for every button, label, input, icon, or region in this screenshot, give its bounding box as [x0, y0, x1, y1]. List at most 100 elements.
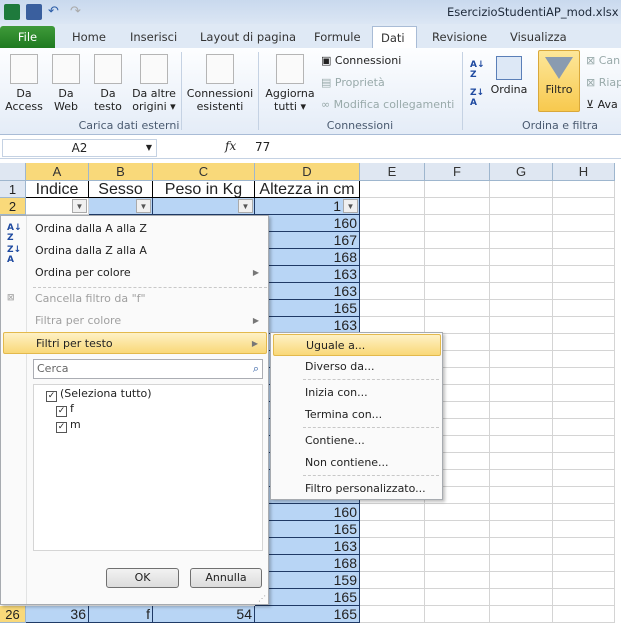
column-header-g[interactable]: G: [490, 163, 553, 181]
sort-za-item[interactable]: Z↓ A Ordina dalla Z alla A: [3, 240, 267, 265]
cell[interactable]: 165: [255, 589, 360, 606]
cell[interactable]: [490, 283, 553, 300]
cell[interactable]: [553, 317, 615, 334]
cancella-button[interactable]: ⊠ Can: [586, 54, 620, 67]
cell[interactable]: f: [89, 606, 153, 623]
cell[interactable]: [490, 385, 553, 402]
column-header-e[interactable]: E: [360, 163, 425, 181]
cell[interactable]: [553, 453, 615, 470]
cell[interactable]: [490, 419, 553, 436]
submenu-item-uguale[interactable]: Uguale a...: [273, 334, 441, 356]
tab-formule[interactable]: Formule: [306, 26, 369, 48]
chevron-down-icon[interactable]: ▼: [146, 140, 152, 156]
submenu-item-non-contiene[interactable]: Non contiene...: [273, 452, 441, 474]
cell[interactable]: [425, 521, 490, 538]
cell[interactable]: [490, 538, 553, 555]
cell[interactable]: [553, 249, 615, 266]
submenu-item-termina[interactable]: Termina con...: [273, 404, 441, 426]
column-header-h[interactable]: H: [553, 163, 615, 181]
cell[interactable]: [553, 266, 615, 283]
filter-dropdown-button[interactable]: ▼: [72, 199, 87, 213]
cell[interactable]: [553, 521, 615, 538]
cell[interactable]: [425, 249, 490, 266]
cell[interactable]: [553, 419, 615, 436]
cell[interactable]: [360, 232, 425, 249]
tab-file[interactable]: File: [0, 26, 55, 48]
value-checkbox-m[interactable]: ✓ m: [56, 418, 81, 433]
cell[interactable]: [490, 300, 553, 317]
cell[interactable]: [360, 521, 425, 538]
cell[interactable]: [553, 385, 615, 402]
cell[interactable]: [490, 453, 553, 470]
values-list[interactable]: ✓ (Seleziona tutto) ✓ f ✓ m: [33, 384, 263, 551]
submenu-item-personalizzato[interactable]: Filtro personalizzato...: [273, 478, 441, 500]
riapplica-button[interactable]: ⊠ Riap: [586, 76, 621, 89]
cell[interactable]: [360, 215, 425, 232]
tab-revisione[interactable]: Revisione: [424, 26, 495, 48]
name-box[interactable]: A2 ▼: [2, 139, 157, 157]
cell[interactable]: [553, 470, 615, 487]
cell[interactable]: [490, 487, 553, 504]
header-cell[interactable]: Indice: [26, 181, 89, 198]
cell[interactable]: 163: [255, 538, 360, 555]
cell[interactable]: [490, 504, 553, 521]
cell[interactable]: [553, 538, 615, 555]
select-all-corner[interactable]: [0, 163, 26, 181]
cell[interactable]: [490, 436, 553, 453]
column-header-a[interactable]: A: [26, 163, 89, 181]
cell[interactable]: [553, 198, 615, 215]
sort-az-item[interactable]: A↓ Z Ordina dalla A alla Z: [3, 218, 267, 243]
cell[interactable]: [360, 249, 425, 266]
row-header[interactable]: 1: [0, 181, 26, 198]
filter-color-item[interactable]: Filtra per colore ▶: [3, 310, 267, 332]
connessioni-button[interactable]: ▣ Connessioni: [321, 54, 401, 67]
cell[interactable]: 163: [255, 283, 360, 300]
cell[interactable]: [553, 572, 615, 589]
cell[interactable]: [490, 215, 553, 232]
sort-az-icon[interactable]: A↓ Z: [470, 60, 485, 80]
row-header[interactable]: 26: [0, 606, 26, 623]
da-access-button[interactable]: Da Access: [4, 54, 44, 113]
cell[interactable]: [553, 555, 615, 572]
cell[interactable]: [490, 470, 553, 487]
filter-dropdown-button[interactable]: ▼: [136, 199, 151, 213]
column-header-b[interactable]: B: [89, 163, 153, 181]
cell[interactable]: [360, 283, 425, 300]
sort-color-item[interactable]: Ordina per colore ▶: [3, 262, 267, 284]
cell[interactable]: [490, 198, 553, 215]
cell[interactable]: [360, 572, 425, 589]
undo-icon[interactable]: ↶: [48, 4, 64, 20]
cell[interactable]: 165: [255, 606, 360, 623]
cell[interactable]: [425, 232, 490, 249]
header-cell[interactable]: Peso in Kg: [153, 181, 255, 198]
cell[interactable]: [425, 572, 490, 589]
cell[interactable]: [360, 266, 425, 283]
cell[interactable]: [360, 504, 425, 521]
cell[interactable]: [490, 232, 553, 249]
cell[interactable]: [490, 317, 553, 334]
cell[interactable]: 1 ▼: [255, 198, 360, 215]
cell[interactable]: [360, 538, 425, 555]
cell[interactable]: [360, 606, 425, 623]
select-all-checkbox[interactable]: ✓ (Seleziona tutto): [46, 387, 152, 402]
cell[interactable]: [360, 589, 425, 606]
ok-button[interactable]: OK: [106, 568, 179, 588]
proprieta-button[interactable]: ▤ Proprietà: [321, 76, 385, 89]
da-testo-button[interactable]: Da testo: [90, 54, 126, 113]
cell[interactable]: [553, 606, 615, 623]
redo-icon[interactable]: ↷: [70, 4, 86, 20]
filtro-button[interactable]: Filtro: [538, 50, 580, 112]
cell[interactable]: [490, 266, 553, 283]
column-header-d[interactable]: D: [255, 163, 360, 181]
cell[interactable]: 165: [255, 521, 360, 538]
cell[interactable]: [553, 300, 615, 317]
header-cell[interactable]: Sesso: [89, 181, 153, 198]
cell[interactable]: [490, 589, 553, 606]
cell[interactable]: [553, 351, 615, 368]
tab-inserisci[interactable]: Inserisci: [122, 26, 185, 48]
da-altre-origini-button[interactable]: Da altre origini ▾: [130, 54, 178, 113]
cell[interactable]: [553, 487, 615, 504]
cell[interactable]: [553, 334, 615, 351]
cell[interactable]: 54: [153, 606, 255, 623]
cancel-button[interactable]: Annulla: [190, 568, 262, 588]
